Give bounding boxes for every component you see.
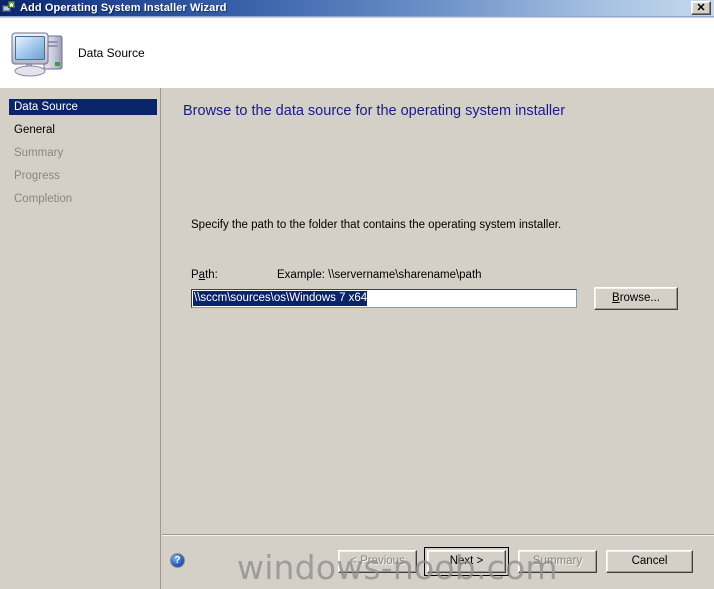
sidebar-item-summary: Summary: [0, 145, 160, 161]
previous-button-label: < Previous: [350, 555, 405, 567]
path-example-text: Example: \\servername\sharename\path: [277, 269, 482, 281]
wizard-window: Add Operating System Installer Wizard ✕: [0, 0, 714, 589]
next-button-label: Next >: [449, 555, 484, 567]
path-label-suffix: th:: [205, 269, 218, 281]
next-button[interactable]: Next >: [427, 550, 506, 573]
path-label-prefix: P: [191, 269, 199, 281]
computer-icon: [8, 25, 70, 81]
browse-label-suffix: rowse...: [619, 292, 660, 304]
sidebar-item-label: Completion: [14, 193, 73, 205]
instruction-text: Specify the path to the folder that cont…: [191, 219, 562, 231]
wizard-page-title: Data Source: [78, 46, 145, 60]
previous-button: < Previous: [338, 550, 417, 573]
path-label: Path:: [191, 269, 218, 281]
page-heading: Browse to the data source for the operat…: [183, 103, 566, 119]
close-button[interactable]: ✕: [691, 1, 711, 15]
close-icon: ✕: [696, 2, 706, 14]
wizard-steps-sidebar: Data Source General Summary Progress Com…: [0, 88, 161, 589]
browse-button[interactable]: Browse...: [594, 287, 678, 310]
path-input[interactable]: \\sccm\sources\os\Windows 7 x64: [191, 289, 577, 308]
sidebar-item-general[interactable]: General: [0, 122, 160, 138]
sidebar-item-label: Data Source: [14, 101, 78, 113]
sidebar-item-progress: Progress: [0, 168, 160, 184]
sidebar-item-label: Progress: [14, 170, 61, 182]
sidebar-item-label: General: [14, 124, 55, 136]
window-title: Add Operating System Installer Wizard: [20, 2, 227, 14]
computer-add-icon: [2, 1, 16, 15]
summary-button-label: Summary: [532, 555, 583, 567]
cancel-button[interactable]: Cancel: [606, 550, 693, 573]
path-input-value: \\sccm\sources\os\Windows 7 x64: [193, 291, 368, 306]
wizard-body: Data Source General Summary Progress Com…: [0, 88, 714, 589]
sidebar-item-data-source[interactable]: Data Source: [9, 99, 157, 115]
help-question-icon[interactable]: ?: [170, 553, 185, 568]
help-glyph: ?: [174, 555, 181, 566]
browse-label-accelerator: B: [612, 292, 620, 304]
footer-divider: [162, 534, 714, 536]
sidebar-item-label: Summary: [14, 147, 64, 159]
wizard-header: Data Source: [0, 18, 714, 88]
next-button-default-frame: Next >: [424, 547, 509, 576]
sidebar-item-completion: Completion: [0, 191, 160, 207]
summary-button: Summary: [518, 550, 597, 573]
cancel-button-label: Cancel: [631, 555, 668, 567]
wizard-content-panel: Browse to the data source for the operat…: [162, 88, 714, 589]
title-bar: Add Operating System Installer Wizard ✕: [0, 0, 714, 17]
